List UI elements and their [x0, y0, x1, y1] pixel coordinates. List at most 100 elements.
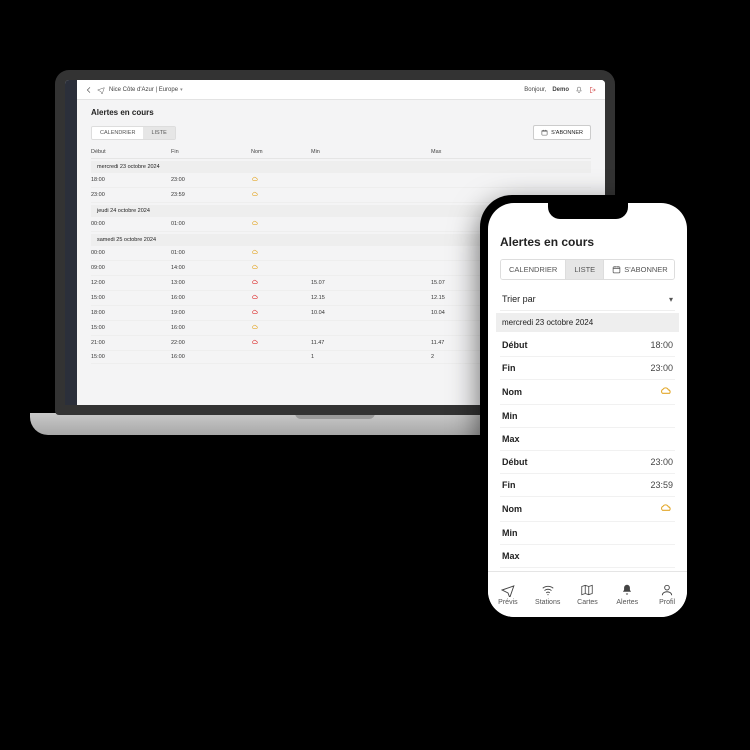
- nav-label: Cartes: [577, 599, 598, 606]
- cell-debut: 18:00: [91, 177, 171, 183]
- cell-nom: [251, 294, 311, 302]
- cell-min: 10.04: [311, 310, 431, 316]
- col-nom: Nom: [251, 149, 311, 155]
- cell-debut: 15:00: [91, 295, 171, 301]
- phone-notch: [548, 203, 628, 219]
- list-row-min: Min: [500, 405, 675, 428]
- nav-cartes[interactable]: Cartes: [568, 572, 608, 617]
- view-tabs: Calendrier Liste: [91, 126, 176, 140]
- tab-subscribe-label: S'abonner: [624, 265, 668, 274]
- chevron-down-icon: ▾: [180, 87, 183, 93]
- cell-debut: 00:00: [91, 250, 171, 256]
- cell-fin: 14:00: [171, 265, 251, 271]
- calendar-icon: [541, 129, 548, 136]
- nav-label: Prévis: [498, 599, 517, 606]
- nav-label: Alertes: [616, 599, 638, 606]
- cloud-icon: [659, 386, 673, 396]
- value-nom: [659, 503, 673, 515]
- list-row-max: Max: [500, 545, 675, 568]
- nav-stations[interactable]: Stations: [528, 572, 568, 617]
- cell-min: 12.15: [311, 295, 431, 301]
- cell-min: 11.47: [311, 340, 431, 346]
- sort-label: Trier par: [502, 294, 536, 304]
- phone-frame: Alertes en cours Calendrier Liste S'abon…: [480, 195, 695, 625]
- alert-list: Début18:00Fin23:00NomMinMaxDébut23:00Fin…: [500, 334, 675, 568]
- cloud-icon: [251, 176, 259, 182]
- day-header: mercredi 23 octobre 2024: [496, 313, 679, 332]
- bell-icon: [620, 583, 634, 597]
- cell-nom: [251, 279, 311, 287]
- user-icon: [660, 583, 674, 597]
- nav-previs[interactable]: Prévis: [488, 572, 528, 617]
- view-tabs: Calendrier Liste S'abonner: [500, 259, 675, 280]
- label-debut: Début: [502, 340, 528, 350]
- cloud-icon: [251, 294, 259, 300]
- col-debut: Début: [91, 149, 171, 155]
- plane-icon: [501, 583, 515, 597]
- bell-icon[interactable]: [575, 86, 583, 94]
- cell-nom: [251, 220, 311, 228]
- cell-debut: 09:00: [91, 265, 171, 271]
- nav-alertes[interactable]: Alertes: [607, 572, 647, 617]
- cell-fin: 01:00: [171, 250, 251, 256]
- label-fin: Fin: [502, 480, 516, 490]
- wifi-icon: [541, 583, 555, 597]
- nav-profil[interactable]: Profil: [647, 572, 687, 617]
- list-row-nom: Nom: [500, 497, 675, 522]
- value-debut: 23:00: [650, 457, 673, 467]
- tab-list[interactable]: Liste: [143, 127, 174, 139]
- cell-fin: 01:00: [171, 221, 251, 227]
- cloud-icon: [251, 279, 259, 285]
- cloud-icon: [251, 220, 259, 226]
- cell-fin: 22:00: [171, 340, 251, 346]
- subscribe-label: S'abonner: [551, 130, 583, 136]
- app-sidebar: [65, 80, 77, 405]
- list-row-fin: Fin23:00: [500, 357, 675, 380]
- cloud-icon: [251, 249, 259, 255]
- label-nom: Nom: [502, 387, 522, 397]
- calendar-icon: [612, 265, 621, 274]
- list-row-max: Max: [500, 428, 675, 451]
- cell-debut: 12:00: [91, 280, 171, 286]
- logout-icon[interactable]: [589, 86, 597, 94]
- page-title: Alertes en cours: [500, 235, 675, 249]
- greeting-prefix: Bonjour,: [524, 87, 546, 93]
- list-row-nom: Nom: [500, 380, 675, 405]
- cloud-icon: [251, 264, 259, 270]
- label-max: Max: [502, 434, 520, 444]
- cell-nom: [251, 309, 311, 317]
- list-row-min: Min: [500, 522, 675, 545]
- cell-debut: 00:00: [91, 221, 171, 227]
- label-min: Min: [502, 411, 518, 421]
- cell-nom: [251, 324, 311, 332]
- cell-fin: 19:00: [171, 310, 251, 316]
- day-header: mercredi 23 octobre 2024: [91, 161, 591, 173]
- col-max: Max: [431, 149, 551, 155]
- cell-debut: 18:00: [91, 310, 171, 316]
- cell-nom: [251, 176, 311, 184]
- label-nom: Nom: [502, 504, 522, 514]
- cloud-icon: [251, 339, 259, 345]
- cell-debut: 15:00: [91, 325, 171, 331]
- tab-calendar[interactable]: Calendrier: [501, 260, 565, 279]
- cell-debut: 15:00: [91, 354, 171, 360]
- nav-label: Profil: [659, 599, 675, 606]
- col-fin: Fin: [171, 149, 251, 155]
- tab-subscribe[interactable]: S'abonner: [604, 260, 675, 279]
- tab-list[interactable]: Liste: [565, 260, 604, 279]
- cell-nom: [251, 249, 311, 257]
- bottom-nav: Prévis Stations Cartes Alertes Profil: [488, 571, 687, 617]
- back-icon[interactable]: [85, 86, 93, 94]
- breadcrumb[interactable]: Nice Côte d'Azur | Europe ▾: [109, 87, 183, 93]
- table-row[interactable]: 18:0023:00: [91, 173, 591, 188]
- cell-nom: [251, 339, 311, 347]
- cell-min: 1: [311, 354, 431, 360]
- col-min: Min: [311, 149, 431, 155]
- cell-fin: 23:00: [171, 177, 251, 183]
- label-min: Min: [502, 528, 518, 538]
- plane-icon: [97, 86, 105, 94]
- sort-dropdown[interactable]: Trier par ▾: [500, 288, 675, 311]
- tab-calendar[interactable]: Calendrier: [92, 127, 143, 139]
- subscribe-button[interactable]: S'abonner: [533, 125, 591, 140]
- cell-min: 15.07: [311, 280, 431, 286]
